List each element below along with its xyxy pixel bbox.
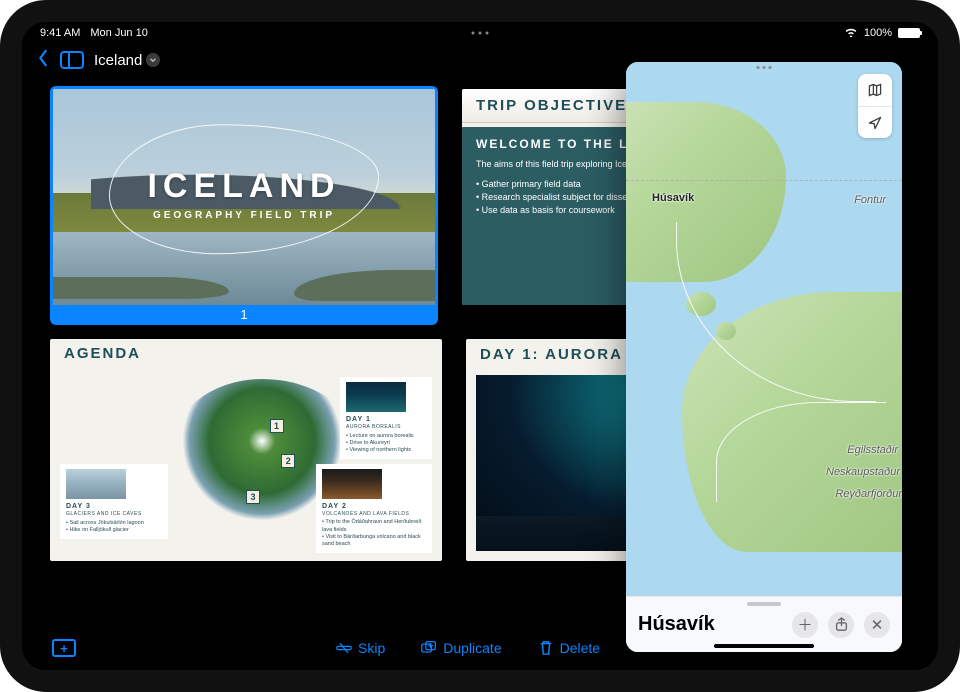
document-title[interactable]: Iceland bbox=[94, 52, 160, 69]
map-controls bbox=[858, 74, 892, 138]
slide-number: 1 bbox=[53, 307, 435, 322]
back-button[interactable] bbox=[36, 49, 50, 72]
slide-thumbnail-3[interactable]: AGENDA 1 2 3 DAY 1 AURORA BOREALIS • Lec… bbox=[50, 339, 442, 561]
agenda-day3-card: DAY 3 GLACIERS AND ICE CAVES • Sail acro… bbox=[60, 464, 168, 539]
chevron-down-icon bbox=[146, 53, 160, 67]
sidebar-toggle-button[interactable] bbox=[60, 51, 84, 69]
place-title: Húsavík bbox=[638, 613, 792, 636]
add-slide-button[interactable]: + bbox=[52, 639, 76, 657]
slide1-title: ICELAND bbox=[53, 167, 435, 206]
map-label-egilsstadir[interactable]: Egilsstaðir bbox=[847, 444, 898, 456]
map-marker-3: 3 bbox=[246, 490, 260, 504]
agenda-day1-card: DAY 1 AURORA BOREALIS • Lecture on auror… bbox=[340, 377, 432, 459]
document-title-text: Iceland bbox=[94, 52, 142, 69]
home-indicator[interactable] bbox=[714, 644, 814, 648]
slideover-grabber[interactable] bbox=[757, 66, 772, 69]
map-label-husavik[interactable]: Húsavík bbox=[652, 192, 694, 204]
delete-button[interactable]: Delete bbox=[538, 640, 600, 656]
map-label-neskaupstadur[interactable]: Neskaupstaður bbox=[826, 466, 900, 478]
close-button[interactable]: ✕ bbox=[864, 612, 890, 638]
slide-thumbnail-1[interactable]: ICELAND GEOGRAPHY FIELD TRIP 1 bbox=[50, 86, 438, 325]
maps-slideover-panel[interactable]: Húsavík Fontur Egilsstaðir Neskaupstaður… bbox=[626, 62, 902, 652]
add-place-button[interactable]: ＋ bbox=[792, 612, 818, 638]
duplicate-label: Duplicate bbox=[443, 640, 501, 656]
battery-percent: 100% bbox=[864, 27, 892, 39]
slide3-heading: AGENDA bbox=[50, 339, 442, 368]
skip-label: Skip bbox=[358, 640, 385, 656]
map-marker-2: 2 bbox=[281, 454, 295, 468]
delete-label: Delete bbox=[560, 640, 600, 656]
status-time: 9:41 AM bbox=[40, 27, 80, 39]
sheet-grabber[interactable] bbox=[747, 602, 781, 606]
map-marker-1: 1 bbox=[270, 419, 284, 433]
status-date: Mon Jun 10 bbox=[90, 27, 147, 39]
wifi-icon bbox=[844, 26, 858, 40]
agenda-day2-card: DAY 2 VOLCANOES AND LAVA FIELDS • Trip t… bbox=[316, 464, 432, 553]
map-label-fontur[interactable]: Fontur bbox=[854, 194, 886, 206]
share-button[interactable] bbox=[828, 612, 854, 638]
multitasking-dots[interactable] bbox=[472, 32, 489, 35]
locate-me-button[interactable] bbox=[858, 106, 892, 138]
duplicate-button[interactable]: Duplicate bbox=[421, 640, 501, 656]
status-bar: 9:41 AM Mon Jun 10 100% bbox=[22, 22, 938, 44]
map-mode-button[interactable] bbox=[858, 74, 892, 106]
map-label-reydarfjordur[interactable]: Reyðarfjörður bbox=[835, 488, 902, 500]
skip-button[interactable]: Skip bbox=[336, 640, 385, 656]
battery-icon bbox=[898, 28, 920, 38]
map-canvas[interactable]: Húsavík Fontur Egilsstaðir Neskaupstaður… bbox=[626, 62, 902, 652]
slide1-subtitle: GEOGRAPHY FIELD TRIP bbox=[53, 210, 435, 221]
